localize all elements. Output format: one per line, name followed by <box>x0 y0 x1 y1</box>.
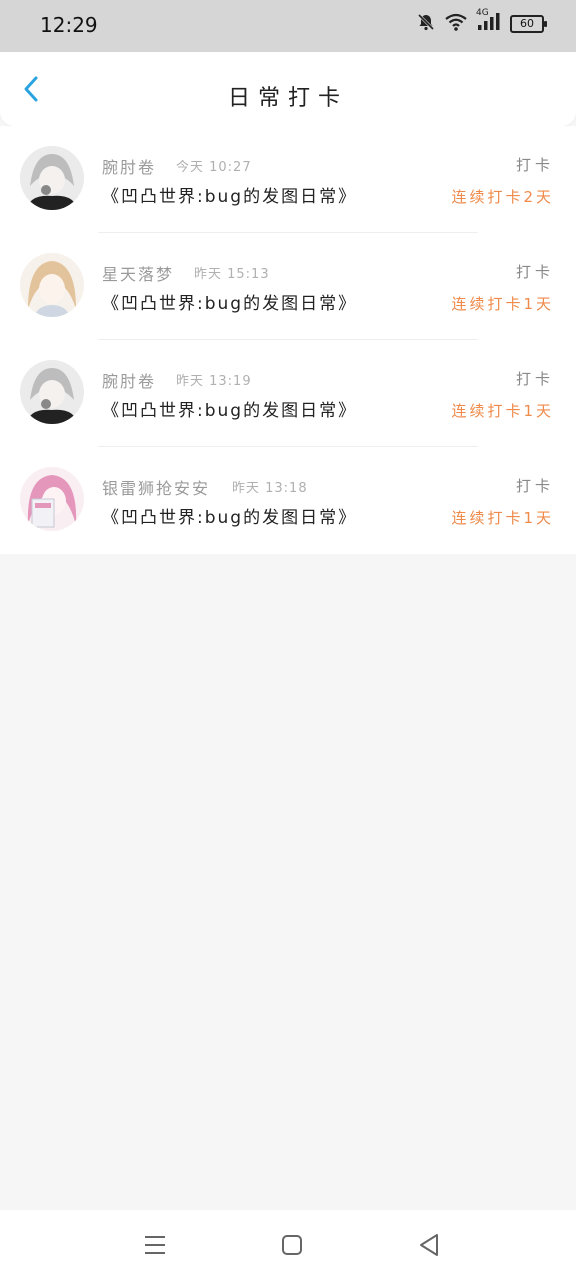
network-label: 4G <box>476 8 489 18</box>
status-time: 12:29 <box>40 13 98 37</box>
avatar[interactable] <box>20 146 84 210</box>
checkin-title[interactable]: 《凹凸世界:bug的发图日常》 <box>102 503 357 528</box>
checkin-title[interactable]: 《凹凸世界:bug的发图日常》 <box>102 396 357 421</box>
app-header: 日常打卡 <box>0 52 576 126</box>
checkin-time: 昨天 13:18 <box>232 481 308 496</box>
avatar[interactable] <box>20 360 84 424</box>
streak-label: 连续打卡2天 <box>451 188 554 206</box>
checkin-title[interactable]: 《凹凸世界:bug的发图日常》 <box>102 182 357 207</box>
list-item[interactable]: 银雷狮抢安安 昨天 13:18 《凹凸世界:bug的发图日常》 打卡 连续打卡1… <box>0 447 576 554</box>
user-name[interactable]: 银雷狮抢安安 <box>102 475 210 499</box>
list-item[interactable]: 腕肘卷 今天 10:27 《凹凸世界:bug的发图日常》 打卡 连续打卡2天 <box>0 126 576 233</box>
list-item[interactable]: 星天落梦 昨天 15:13 《凹凸世界:bug的发图日常》 打卡 连续打卡1天 <box>0 233 576 340</box>
checkin-title[interactable]: 《凹凸世界:bug的发图日常》 <box>102 289 357 314</box>
battery-level: 60 <box>520 17 534 30</box>
system-nav-bar <box>0 1210 576 1280</box>
back-triangle-icon[interactable] <box>414 1230 444 1260</box>
mute-bell-icon <box>416 12 436 36</box>
page-title: 日常打卡 <box>227 86 348 111</box>
wifi-icon <box>444 12 468 36</box>
checkin-time: 今天 10:27 <box>176 160 252 175</box>
signal-icon: 4G <box>476 8 502 36</box>
checkin-action[interactable]: 打卡 <box>516 261 554 282</box>
status-bar: 12:29 4G 60 <box>0 0 576 52</box>
home-icon[interactable] <box>277 1230 307 1260</box>
checkin-action[interactable]: 打卡 <box>516 368 554 389</box>
checkin-list: 腕肘卷 今天 10:27 《凹凸世界:bug的发图日常》 打卡 连续打卡2天 星… <box>0 126 576 554</box>
user-name[interactable]: 腕肘卷 <box>102 154 156 178</box>
checkin-time: 昨天 13:19 <box>176 374 252 389</box>
checkin-time: 昨天 15:13 <box>194 267 270 282</box>
avatar[interactable] <box>20 467 84 531</box>
user-name[interactable]: 星天落梦 <box>102 261 174 285</box>
checkin-action[interactable]: 打卡 <box>516 475 554 496</box>
list-item[interactable]: 腕肘卷 昨天 13:19 《凹凸世界:bug的发图日常》 打卡 连续打卡1天 <box>0 340 576 447</box>
streak-label: 连续打卡1天 <box>451 295 554 313</box>
battery-icon: 60 <box>510 15 547 33</box>
streak-label: 连续打卡1天 <box>451 402 554 420</box>
streak-label: 连续打卡1天 <box>451 509 554 527</box>
menu-icon[interactable] <box>140 1230 170 1260</box>
avatar[interactable] <box>20 253 84 317</box>
user-name[interactable]: 腕肘卷 <box>102 368 156 392</box>
status-icons: 4G 60 <box>416 8 547 36</box>
checkin-action[interactable]: 打卡 <box>516 154 554 175</box>
